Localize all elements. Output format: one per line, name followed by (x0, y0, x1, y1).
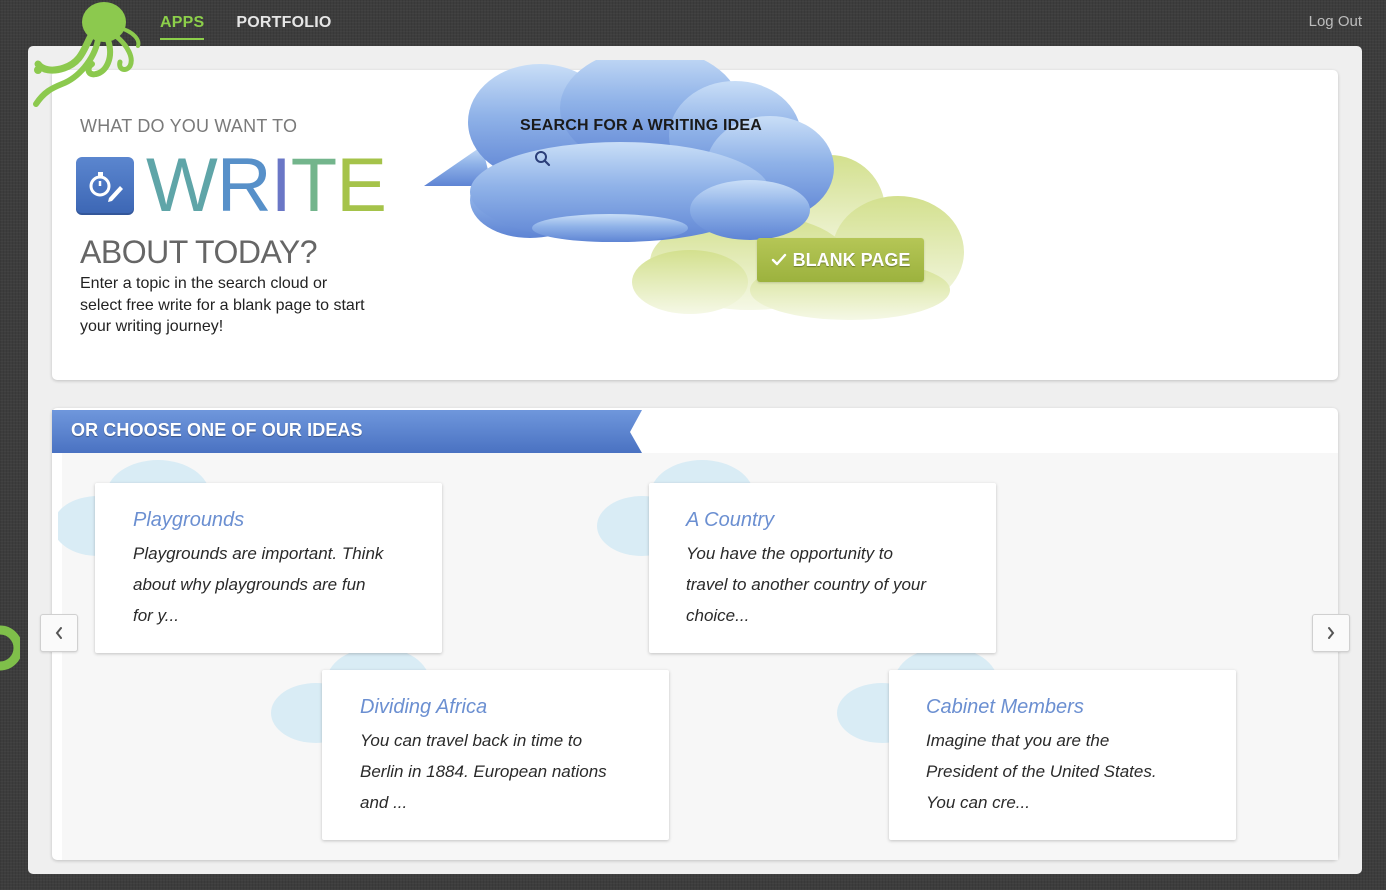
stopwatch-pencil-icon (76, 157, 134, 215)
checkmark-icon (771, 253, 786, 266)
idea-excerpt-line: You can travel back in time to (360, 731, 583, 750)
idea-excerpt-line: travel to another country of your (686, 575, 927, 594)
idea-excerpt-line: Playgrounds are important. Think (133, 544, 384, 563)
write-word: WRITE (146, 148, 387, 224)
idea-excerpt-line: You can cre... (926, 793, 1030, 812)
nav-apps-link[interactable]: APPS (160, 14, 205, 40)
idea-excerpt-line: Imagine that you are the (926, 731, 1110, 750)
blank-page-label: BLANK PAGE (792, 249, 911, 270)
idea-excerpt: You have the opportunity to travel to an… (686, 538, 926, 631)
ideas-heading: OR CHOOSE ONE OF OUR IDEAS (71, 420, 363, 440)
hero-question-bottom: ABOUT TODAY? (80, 234, 318, 270)
search-cloud-graphic (424, 60, 964, 320)
top-nav: APPS PORTFOLIO (160, 14, 332, 40)
idea-excerpt-line: You have the opportunity to (686, 544, 893, 563)
octopus-tentacle-decor (0, 625, 20, 671)
chevron-left-icon (55, 627, 62, 639)
write-letter: I (270, 143, 292, 228)
idea-excerpt: Playgrounds are important. Think about w… (133, 538, 383, 631)
blank-page-button[interactable]: BLANK PAGE (757, 238, 924, 282)
idea-title[interactable]: Playgrounds (133, 509, 244, 532)
nav-portfolio-link[interactable]: PORTFOLIO (236, 14, 331, 40)
idea-excerpt-line: and ... (360, 793, 408, 812)
carousel-prev-button[interactable] (40, 614, 78, 652)
carousel-next-button[interactable] (1312, 614, 1350, 652)
idea-title[interactable]: A Country (686, 509, 774, 532)
idea-excerpt-line: for y... (133, 606, 179, 625)
write-letter: W (146, 143, 218, 228)
chevron-right-icon (1328, 627, 1335, 639)
idea-title[interactable]: Cabinet Members (926, 696, 1084, 719)
idea-excerpt-line: about why playgrounds are fun (133, 575, 366, 594)
write-letter: R (216, 143, 272, 228)
hero-write-heading: WRITE (76, 146, 387, 226)
idea-excerpt-line: President of the United States. (926, 762, 1157, 781)
hero-description: Enter a topic in the search cloud or sel… (80, 275, 365, 335)
idea-excerpt: You can travel back in time to Berlin in… (360, 725, 607, 818)
idea-excerpt-line: choice... (686, 606, 750, 625)
idea-excerpt-line: Berlin in 1884. European nations (360, 762, 607, 781)
idea-title[interactable]: Dividing Africa (360, 696, 487, 719)
search-label: SEARCH FOR A WRITING IDEA (520, 117, 763, 134)
hero-question-top: WHAT DO YOU WANT TO (80, 116, 298, 136)
logout-link[interactable]: Log Out (1309, 13, 1362, 30)
write-letter: T (290, 143, 337, 228)
idea-excerpt: Imagine that you are the President of th… (926, 725, 1157, 818)
write-letter: E (336, 143, 387, 228)
search-icon (535, 151, 551, 167)
search-input[interactable] (556, 148, 810, 172)
octopus-logo-icon (33, 2, 141, 107)
